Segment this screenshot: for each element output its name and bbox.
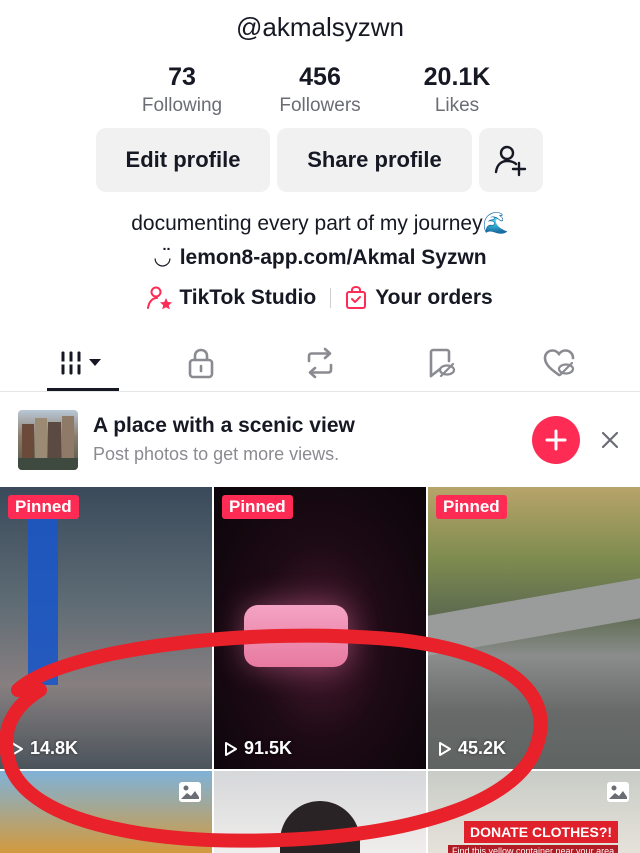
active-tab-indicator [47,388,119,391]
grid-filter-icon [61,351,101,375]
road-graphic [428,578,640,656]
suggestion-subtitle: Post photos to get more views. [93,444,340,464]
tab-videos[interactable] [43,336,123,390]
canal-houses-image [18,416,78,470]
photo-thumbnail[interactable]: DONATE CLOTHES?! Find this yellow contai… [428,771,640,853]
lock-icon [188,348,214,379]
profile-bio: documenting every part of my journey🌊 [131,212,509,235]
stat-likes-label: Likes [434,95,480,116]
bookmark-hidden-icon [429,348,456,378]
profile-link[interactable]: ◡̈ lemon8-app.com/Akmal Syzwn [0,244,640,272]
sign-graphic [28,513,58,685]
add-person-icon [494,145,527,177]
profile-link-text: lemon8-app.com/Akmal Syzwn [179,246,487,269]
view-count-text: 91.5K [244,738,293,758]
your-orders-link[interactable]: Your orders [345,286,493,310]
view-count: 45.2K [438,738,506,759]
play-icon [11,741,23,756]
studio-person-star-icon [147,286,173,310]
pinned-badge: Pinned [222,495,293,519]
heart-hidden-icon [543,349,575,377]
share-profile-button[interactable]: Share profile [277,128,472,192]
creator-tools-row: TikTok Studio Your orders [0,286,640,310]
your-orders-label: Your orders [375,286,493,309]
tab-reposts[interactable] [280,336,360,390]
video-thumbnail[interactable]: Pinned 45.2K [428,487,640,769]
play-icon [225,741,237,756]
tab-private[interactable] [161,336,241,390]
tiktok-studio-label: TikTok Studio [179,286,317,309]
photo-post-icon [179,782,201,802]
photo-post-icon [607,782,629,802]
post-photo-button[interactable] [532,416,580,464]
view-count: 91.5K [224,738,292,759]
person-graphic [280,801,360,853]
edit-profile-button[interactable]: Edit profile [96,128,270,192]
stat-followers[interactable]: 456 Followers [240,62,400,119]
suggestion-thumbnail [18,410,78,470]
photo-suggestion-card[interactable]: A place with a scenic view Post photos t… [0,394,640,486]
dismiss-suggestion-button[interactable] [596,426,624,454]
photo-thumbnail[interactable] [0,771,212,853]
suggestion-title: A place with a scenic view [93,414,355,437]
donate-banner-subtitle: Find this yellow container near your are… [448,845,619,853]
pinned-badge: Pinned [436,495,507,519]
stat-following[interactable]: 73 Following [102,62,262,119]
add-friend-button[interactable] [479,128,543,192]
tab-favorites[interactable] [400,336,480,390]
stat-following-count: 73 [168,63,196,91]
stat-likes[interactable]: 20.1K Likes [377,62,537,119]
stat-following-label: Following [141,95,223,116]
stat-followers-label: Followers [279,95,361,116]
tiktok-studio-link[interactable]: TikTok Studio [147,286,316,310]
video-thumbnail[interactable]: Pinned 14.8K [0,487,212,769]
pinned-badge: Pinned [8,495,79,519]
close-icon [601,431,619,449]
stat-likes-count: 20.1K [423,63,491,91]
divider [330,288,332,308]
stat-followers-count: 456 [299,63,341,91]
profile-username: @akmalsyzwn [236,12,404,42]
profile-tabs [0,336,640,392]
donate-banner-title: DONATE CLOTHES?! [464,821,619,843]
view-count: 14.8K [10,738,78,759]
tab-liked[interactable] [519,336,599,390]
video-grid: Pinned 14.8K Pinned 91.5K Pinned 45.2K D… [0,487,640,853]
repost-icon [307,347,333,379]
play-icon [439,741,451,756]
shopping-bag-icon [346,286,367,309]
video-thumbnail[interactable]: Pinned 91.5K [214,487,426,769]
lemon8-icon: ◡̈ [153,246,172,269]
humidifier-graphic [244,605,348,667]
view-count-text: 14.8K [30,738,79,758]
view-count-text: 45.2K [458,738,507,758]
plus-icon [545,429,567,451]
video-thumbnail[interactable] [214,771,426,853]
